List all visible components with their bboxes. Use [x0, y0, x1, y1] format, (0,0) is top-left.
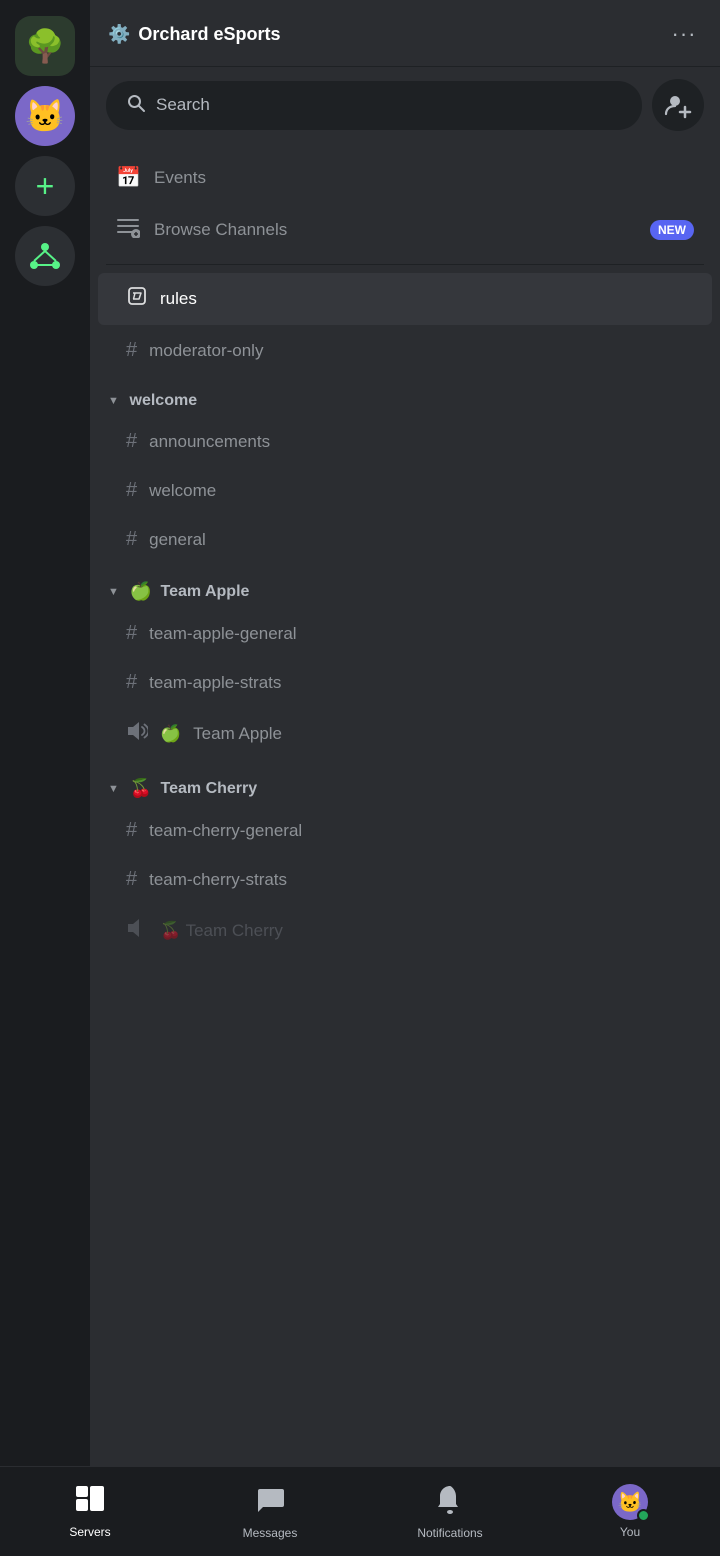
team-apple-general-label: team-apple-general	[149, 624, 296, 644]
channel-item-announcements[interactable]: # announcements	[98, 418, 712, 465]
nav-item-messages[interactable]: Messages	[180, 1474, 360, 1550]
hash-icon-moderator: #	[126, 339, 137, 362]
events-label: Events	[154, 168, 206, 188]
chevron-down-icon-apple: ▼	[108, 586, 120, 598]
category-team-apple-label: Team Apple	[161, 583, 250, 601]
channel-item-team-cherry-strats[interactable]: # team-cherry-strats	[98, 856, 712, 903]
servers-icon	[75, 1485, 105, 1520]
voice-icon-cherry-more	[126, 917, 148, 945]
nav-item-you[interactable]: 🐱 You	[540, 1474, 720, 1549]
channel-item-team-cherry-general[interactable]: # team-cherry-general	[98, 807, 712, 854]
notifications-icon	[436, 1484, 464, 1521]
channel-item-team-cherry-more[interactable]: 🍒 Team Cherry	[98, 905, 712, 957]
team-cherry-emoji: 🍒	[130, 778, 153, 799]
hash-icon-announcements: #	[126, 430, 137, 453]
category-team-apple[interactable]: ▼ 🍏 Team Apple	[90, 565, 720, 608]
hash-icon-team-cherry-general: #	[126, 819, 137, 842]
nav-item-notifications[interactable]: Notifications	[360, 1474, 540, 1550]
hash-icon-team-apple-general: #	[126, 622, 137, 645]
bottom-nav: Servers Messages Notifications 🐱 You	[0, 1466, 720, 1556]
channel-list: 📅 Events Browse Channels NEW	[90, 143, 720, 1556]
nav-item-servers[interactable]: Servers	[0, 1475, 180, 1549]
user-avatar: 🐱	[612, 1484, 648, 1520]
hash-icon-team-cherry-strats: #	[126, 868, 137, 891]
server-title[interactable]: ⚙️ Orchard eSports	[108, 24, 280, 45]
panel-header: ⚙️ Orchard eSports ···	[90, 0, 720, 67]
team-apple-voice-emoji: 🍏	[160, 724, 181, 744]
nav-notifications-label: Notifications	[417, 1526, 482, 1540]
channel-item-welcome[interactable]: # welcome	[98, 467, 712, 514]
team-cherry-voice-partial: 🍒 Team Cherry	[160, 921, 283, 941]
browse-channels-icon	[116, 216, 140, 244]
channel-item-rules[interactable]: rules	[98, 273, 712, 325]
announcements-label: announcements	[149, 432, 270, 452]
nav-servers-label: Servers	[69, 1525, 110, 1539]
chevron-down-icon: ▼	[108, 395, 120, 407]
team-apple-strats-label: team-apple-strats	[149, 673, 281, 693]
channel-item-team-apple-general[interactable]: # team-apple-general	[98, 610, 712, 657]
general-label: general	[149, 530, 206, 550]
new-badge: NEW	[650, 220, 694, 240]
online-status-dot	[637, 1509, 650, 1522]
separator-1	[106, 264, 704, 265]
channel-panel: ⚙️ Orchard eSports ··· Search	[90, 0, 720, 1556]
search-icon	[126, 93, 146, 118]
category-welcome[interactable]: ▼ welcome	[90, 376, 720, 416]
team-cherry-general-label: team-cherry-general	[149, 821, 302, 841]
server-name-label: Orchard eSports	[138, 24, 280, 45]
rules-channel-label: rules	[160, 289, 197, 309]
chevron-down-icon-cherry: ▼	[108, 783, 120, 795]
server-icon-network[interactable]	[15, 226, 75, 286]
search-placeholder: Search	[156, 95, 210, 115]
hash-icon-general: #	[126, 528, 137, 551]
messages-icon	[255, 1484, 285, 1521]
hash-icon-welcome: #	[126, 479, 137, 502]
add-member-button[interactable]	[652, 79, 704, 131]
team-apple-emoji: 🍏	[130, 581, 153, 602]
nav-messages-label: Messages	[243, 1526, 298, 1540]
server-settings-icon: ⚙️	[108, 24, 130, 45]
hash-icon-team-apple-strats: #	[126, 671, 137, 694]
server-sidebar: 🌳 🐱 +	[0, 0, 90, 1556]
channel-item-general[interactable]: # general	[98, 516, 712, 563]
events-icon: 📅	[116, 165, 140, 190]
team-cherry-strats-label: team-cherry-strats	[149, 870, 287, 890]
browse-channels-label: Browse Channels	[154, 220, 287, 240]
team-apple-voice-label: Team Apple	[193, 724, 282, 744]
rules-icon	[126, 285, 148, 313]
server-icon-cat[interactable]: 🐱	[15, 86, 75, 146]
search-box[interactable]: Search	[106, 81, 642, 130]
nav-you-label: You	[620, 1525, 640, 1539]
menu-item-browse-channels[interactable]: Browse Channels NEW	[98, 204, 712, 256]
welcome-channel-label: welcome	[149, 481, 216, 501]
channel-item-moderator-only[interactable]: # moderator-only	[98, 327, 712, 374]
voice-channel-team-apple[interactable]: 🍏 Team Apple	[98, 708, 712, 760]
moderator-only-label: moderator-only	[149, 341, 263, 361]
add-server-button[interactable]: +	[15, 156, 75, 216]
server-icon-orchard[interactable]: 🌳	[15, 16, 75, 76]
search-row: Search	[90, 67, 720, 143]
category-welcome-label: welcome	[130, 392, 198, 410]
channel-item-team-apple-strats[interactable]: # team-apple-strats	[98, 659, 712, 706]
menu-item-events[interactable]: 📅 Events	[98, 153, 712, 202]
more-options-button[interactable]: ···	[666, 16, 702, 52]
voice-icon-team-apple	[126, 720, 148, 748]
bottom-spacer	[90, 959, 720, 1059]
category-team-cherry-label: Team Cherry	[161, 780, 258, 798]
category-team-cherry[interactable]: ▼ 🍒 Team Cherry	[90, 762, 720, 805]
